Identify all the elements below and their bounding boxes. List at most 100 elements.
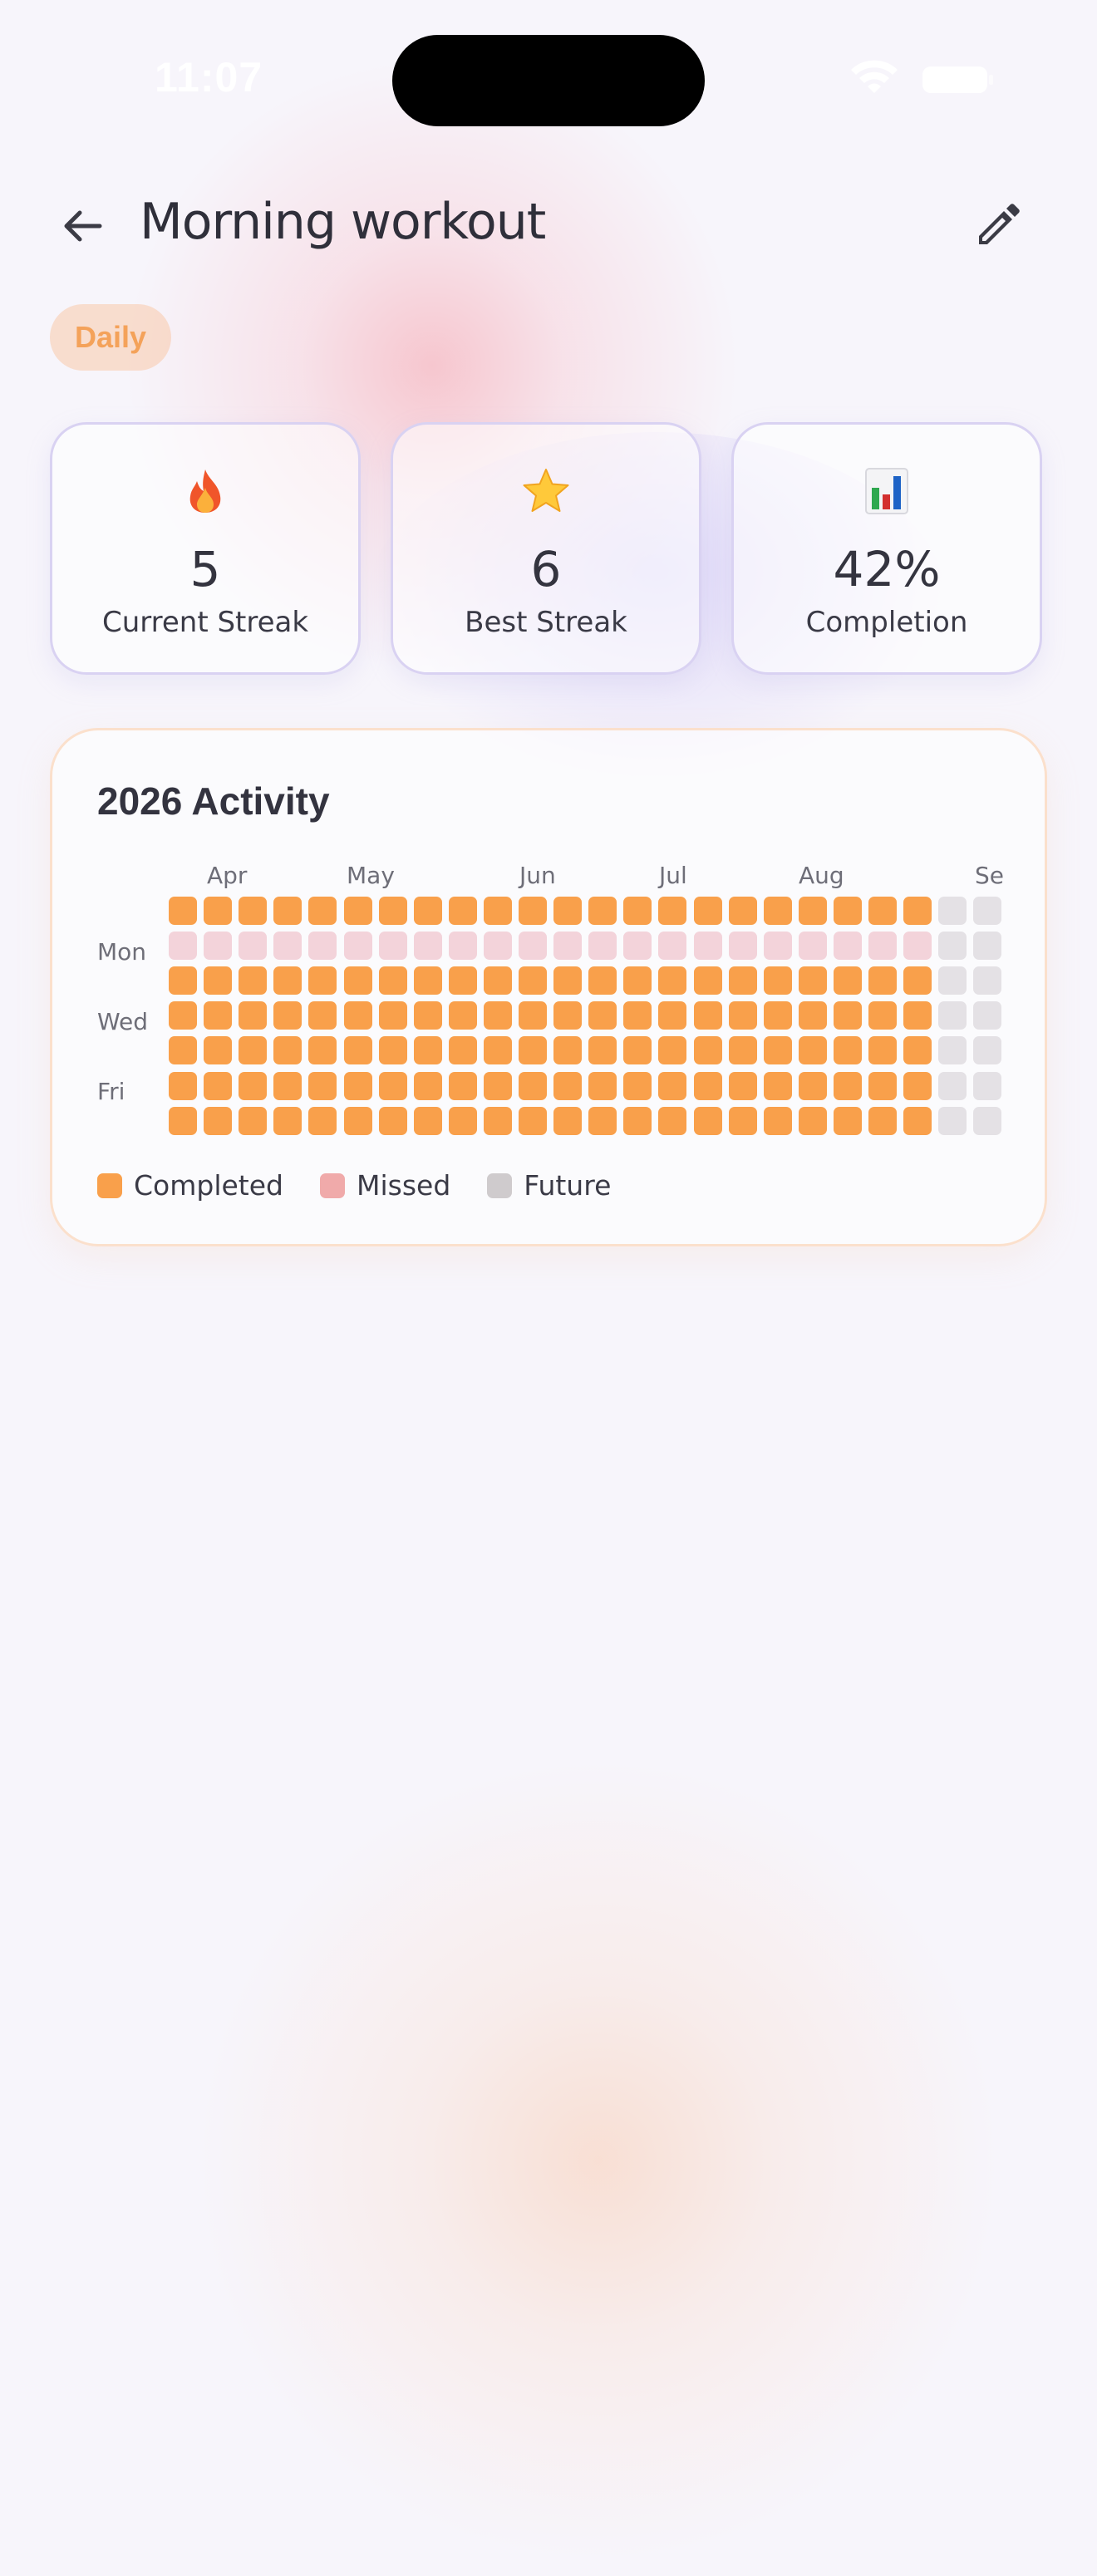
bar-chart-icon: [865, 468, 908, 514]
completed-cell: [868, 1001, 897, 1030]
future-cell: [973, 897, 1001, 925]
completed-cell: [834, 966, 862, 995]
completed-cell: [658, 1107, 686, 1135]
completed-cell: [553, 1072, 582, 1100]
completed-cell: [484, 1036, 512, 1064]
edit-button[interactable]: [964, 193, 1031, 259]
completed-cell: [903, 1001, 932, 1030]
missed-cell: [729, 932, 757, 960]
completed-cell: [414, 1036, 442, 1064]
arrow-left-icon: [64, 210, 102, 242]
status-time: 11:07: [155, 54, 263, 101]
day-label: Mon: [97, 938, 147, 966]
completed-cell: [729, 1036, 757, 1064]
completed-cell: [379, 966, 407, 995]
missed-cell: [308, 932, 337, 960]
completed-cell: [308, 897, 337, 925]
completed-cell: [764, 1072, 792, 1100]
completed-cell: [204, 1001, 232, 1030]
completed-cell: [694, 966, 722, 995]
completed-cell: [484, 966, 512, 995]
missed-cell: [484, 932, 512, 960]
completed-cell: [519, 1036, 547, 1064]
completed-cell: [414, 1107, 442, 1135]
completed-cell: [379, 897, 407, 925]
completed-cell: [308, 1001, 337, 1030]
completed-cell: [694, 1072, 722, 1100]
completed-cell: [729, 966, 757, 995]
completed-cell: [449, 1072, 477, 1100]
completion-value: 42%: [833, 541, 941, 597]
future-cell: [938, 1001, 967, 1030]
completed-cell: [694, 1107, 722, 1135]
legend-label: Missed: [357, 1169, 451, 1202]
completed-cell: [204, 1107, 232, 1135]
future-cell: [973, 1001, 1001, 1030]
missed-cell: [903, 932, 932, 960]
missed-cell: [694, 932, 722, 960]
completed-cell: [799, 1036, 827, 1064]
completed-cell: [484, 1001, 512, 1030]
completed-cell: [344, 1036, 372, 1064]
completed-cell: [799, 966, 827, 995]
back-button[interactable]: [50, 193, 116, 259]
legend-item-future: Future: [487, 1169, 611, 1202]
completed-cell: [553, 1001, 582, 1030]
completed-cell: [273, 1036, 302, 1064]
completed-cell: [729, 1072, 757, 1100]
completed-cell: [204, 897, 232, 925]
completed-cell: [868, 1072, 897, 1100]
background-glow-bottom: [183, 1745, 1014, 2576]
completed-cell: [169, 1107, 197, 1135]
completed-cell: [308, 966, 337, 995]
completed-cell: [273, 966, 302, 995]
completed-cell: [273, 1072, 302, 1100]
future-cell: [938, 1036, 967, 1064]
missed-cell: [519, 932, 547, 960]
current-streak-value: 5: [189, 541, 221, 597]
completed-cell: [379, 1107, 407, 1135]
missed-cell: [273, 932, 302, 960]
completed-cell: [449, 1036, 477, 1064]
legend-label: Completed: [134, 1169, 283, 1202]
completed-cell: [414, 1072, 442, 1100]
legend-item-missed: Missed: [320, 1169, 450, 1202]
completed-cell: [623, 1001, 652, 1030]
activity-card: 2026 Activity Apr May Jun Jul Aug Se Mon…: [50, 728, 1047, 1246]
completed-cell: [344, 1001, 372, 1030]
completed-cell: [764, 966, 792, 995]
future-cell: [938, 1072, 967, 1100]
completed-cell: [799, 897, 827, 925]
completed-cell: [379, 1036, 407, 1064]
completed-cell: [658, 966, 686, 995]
completed-cell: [868, 1107, 897, 1135]
completed-cell: [344, 1072, 372, 1100]
missed-cell: [658, 932, 686, 960]
completed-cell: [623, 1072, 652, 1100]
missed-cell: [239, 932, 267, 960]
month-label: Jul: [659, 862, 687, 889]
best-streak-value: 6: [530, 541, 562, 597]
completion-label: Completion: [805, 606, 968, 639]
completed-cell: [169, 966, 197, 995]
best-streak-label: Best Streak: [465, 606, 627, 639]
completed-cell: [588, 966, 617, 995]
missed-cell: [449, 932, 477, 960]
month-label: Se: [975, 862, 1004, 889]
completed-cell: [588, 1001, 617, 1030]
completed-cell: [449, 1107, 477, 1135]
completed-cell: [764, 1036, 792, 1064]
missed-cell: [344, 932, 372, 960]
completed-cell: [519, 966, 547, 995]
completed-cell: [414, 1001, 442, 1030]
completed-cell: [273, 897, 302, 925]
completed-cell: [868, 897, 897, 925]
legend-swatch: [97, 1172, 122, 1198]
missed-cell: [868, 932, 897, 960]
completed-cell: [764, 1107, 792, 1135]
completed-cell: [623, 897, 652, 925]
missed-cell: [414, 932, 442, 960]
completed-cell: [414, 897, 442, 925]
completed-cell: [834, 1107, 862, 1135]
completed-cell: [729, 897, 757, 925]
